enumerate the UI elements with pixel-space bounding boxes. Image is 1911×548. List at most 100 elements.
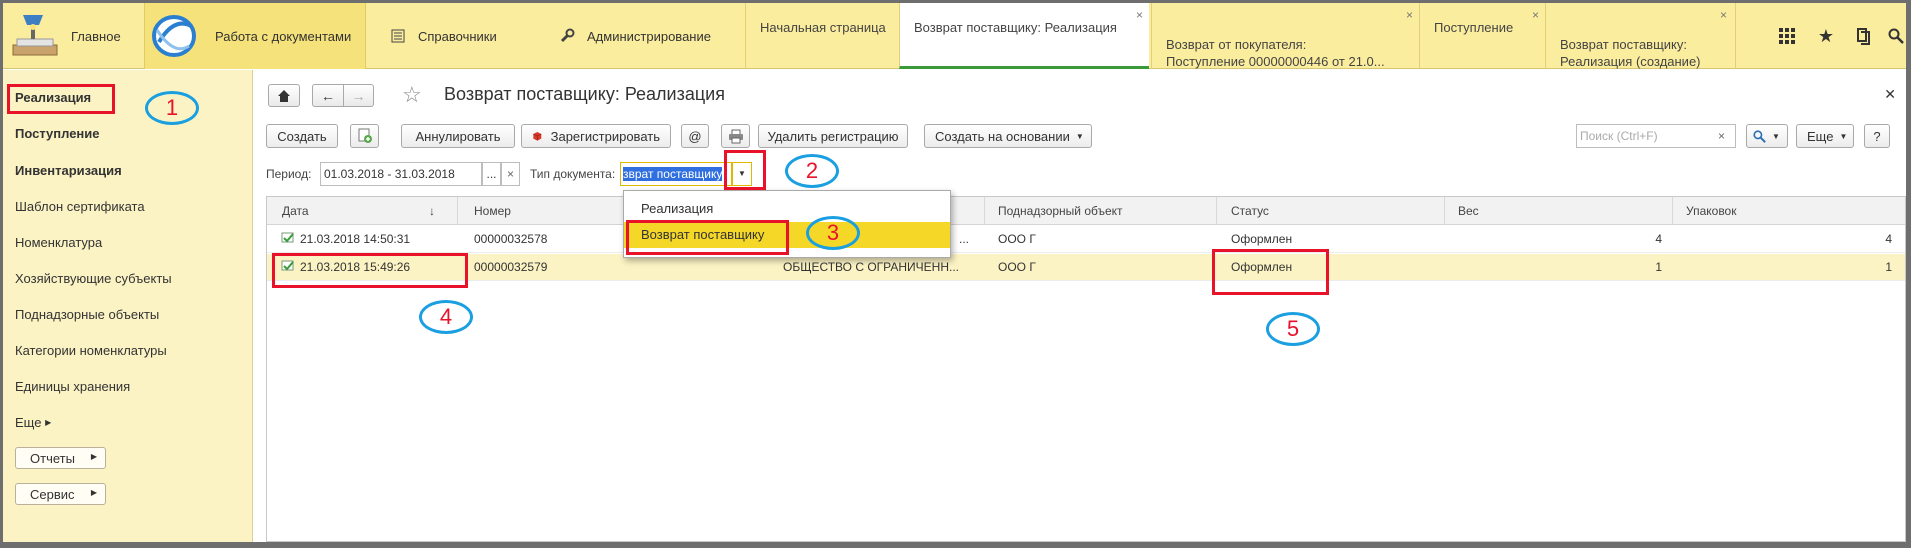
tab-close-icon[interactable]: × [1532, 7, 1539, 24]
cell-status: Оформлен [1231, 232, 1293, 246]
doc-type-value: зврат поставщику [623, 167, 723, 181]
help-button[interactable]: ? [1864, 124, 1890, 148]
print-button[interactable] [721, 124, 750, 148]
email-label: @ [688, 128, 702, 144]
tab-receipt[interactable]: Поступление × [1419, 3, 1545, 69]
section-documents-label: Работа с документами [215, 28, 352, 44]
section-references[interactable]: Справочники [388, 3, 497, 69]
annul-label: Аннулировать [415, 128, 501, 144]
triangle-right-icon: ▶ [90, 452, 97, 461]
create-based-on-button[interactable]: Создать на основании ▼ [924, 124, 1092, 148]
create-button[interactable]: Создать [266, 124, 338, 148]
sidebar-more[interactable]: Еще ▶ [15, 415, 51, 430]
tab-home-page[interactable]: Начальная страница [745, 3, 899, 69]
table-row[interactable]: 21.03.2018 15:49:26 00000032579 ОБЩЕСТВО… [267, 254, 1905, 281]
sidebar-item-business-entities[interactable]: Хозяйствующие субъекты [15, 271, 172, 286]
apps-grid-icon[interactable] [1776, 25, 1798, 47]
copy-button[interactable] [350, 124, 379, 148]
close-form-icon[interactable]: ✕ [1884, 86, 1896, 103]
sidebar-item-nomenclature[interactable]: Номенклатура [15, 235, 102, 250]
annotation-box-2 [724, 150, 766, 190]
search-icon[interactable] [1885, 25, 1907, 47]
period-dots: ... [486, 167, 497, 181]
sidebar-item-certificate-template[interactable]: Шаблон сертификата [15, 199, 145, 214]
section-administration-label: Администрирование [587, 28, 711, 44]
section-references-label: Справочники [418, 28, 497, 44]
doc-type-input[interactable]: зврат поставщику [620, 162, 732, 186]
sidebar-item-receipt[interactable]: Поступление [15, 126, 100, 141]
annotation-callout-1: 1 [145, 91, 199, 125]
reports-label: Отчеты [30, 451, 75, 466]
register-button[interactable]: Зарегистрировать [521, 124, 671, 148]
reports-button[interactable]: Отчеты ▶ [15, 447, 106, 469]
sort-desc-icon[interactable]: ↓ [429, 204, 435, 218]
home-button[interactable] [268, 84, 300, 107]
cell-organization: ... [959, 232, 970, 246]
period-input[interactable]: 01.03.2018 - 31.03.2018 [320, 162, 482, 186]
search-icon [1753, 129, 1766, 143]
sidebar-item-storage-units[interactable]: Единицы хранения [15, 379, 130, 394]
cell-packs: 4 [1885, 232, 1892, 246]
annotation-callout-4: 4 [419, 300, 473, 334]
sidebar-item-supervised-objects[interactable]: Поднадзорные объекты [15, 307, 159, 322]
callout-number: 2 [805, 158, 819, 183]
sidebar-item-nomenclature-categories[interactable]: Категории номенклатуры [15, 343, 167, 358]
table-header: Дата ↓ Номер Поднадзорный объект Статус … [267, 197, 1905, 225]
column-header-status[interactable]: Статус [1231, 204, 1269, 218]
period-select-button[interactable]: ... [482, 162, 501, 186]
column-header-number[interactable]: Номер [474, 204, 511, 218]
arrow-right-icon: → [351, 87, 366, 104]
callout-number: 1 [165, 95, 179, 120]
service-button[interactable]: Сервис ▶ [15, 483, 106, 505]
column-header-date[interactable]: Дата [282, 204, 309, 218]
period-clear-icon[interactable]: × [501, 162, 520, 186]
document-posted-icon [281, 232, 295, 247]
cell-number: 00000032578 [474, 232, 548, 246]
annul-button[interactable]: Аннулировать [401, 124, 515, 148]
history-icon[interactable] [1852, 25, 1874, 47]
cell-object: ООО Г [998, 260, 1036, 274]
dropdown-arrow-icon: ▼ [1075, 131, 1084, 141]
tab-return-supplier-sales[interactable]: Возврат поставщику: Реализация × [899, 3, 1149, 69]
help-label: ? [1873, 128, 1881, 144]
email-button[interactable]: @ [681, 124, 709, 148]
cell-weight: 4 [1655, 232, 1662, 246]
service-label: Сервис [30, 487, 75, 502]
triangle-right-icon: ▶ [45, 418, 52, 427]
search-input[interactable]: Поиск (Ctrl+F) [1576, 124, 1736, 148]
documents-section-icon [149, 12, 199, 60]
column-header-object[interactable]: Поднадзорный объект [998, 204, 1123, 218]
search-options-button[interactable]: ▼ [1746, 124, 1788, 148]
printer-icon [728, 129, 743, 144]
annotation-box-3 [626, 220, 789, 255]
more-button[interactable]: Еще ▼ [1796, 124, 1854, 148]
delete-registration-button[interactable]: Удалить регистрацию [758, 124, 908, 148]
tab-return-supplier-create[interactable]: Возврат поставщику: Реализация (создание… [1545, 3, 1733, 69]
table-row[interactable]: 21.03.2018 14:50:31 00000032578 ... ООО … [267, 226, 1905, 253]
favorite-star-icon[interactable]: ☆ [402, 82, 422, 108]
search-clear-icon[interactable]: × [1718, 129, 1725, 143]
period-value: 01.03.2018 - 31.03.2018 [324, 167, 455, 181]
wrench-icon [557, 28, 577, 44]
section-documents[interactable]: Работа с документами [144, 3, 366, 69]
tab-close-icon[interactable]: × [1406, 7, 1413, 24]
section-main[interactable]: Главное [71, 3, 121, 69]
forward-button[interactable]: → [343, 84, 374, 107]
sidebar-item-inventory[interactable]: Инвентаризация [15, 163, 122, 178]
tab-return-customer[interactable]: Возврат от покупателя: Поступление 00000… [1151, 3, 1419, 69]
column-header-packs[interactable]: Упаковок [1686, 204, 1736, 218]
tab-close-icon[interactable]: × [1720, 7, 1727, 24]
callout-number: 3 [826, 220, 840, 245]
tab-label: Возврат от покупателя: Поступление 00000… [1166, 37, 1385, 69]
column-header-weight[interactable]: Вес [1458, 204, 1479, 218]
tab-close-icon[interactable]: × [1136, 7, 1143, 24]
section-administration[interactable]: Администрирование [557, 3, 711, 69]
dropdown-option-sales[interactable]: Реализация [624, 196, 950, 222]
callout-number: 4 [439, 304, 453, 329]
home-logo-icon[interactable] [9, 11, 61, 61]
star-icon[interactable]: ★ [1815, 25, 1837, 47]
back-button[interactable]: ← [312, 84, 343, 107]
register-label: Зарегистрировать [550, 128, 660, 144]
tab-label: Начальная страница [760, 20, 886, 35]
annotation-box-5 [1212, 249, 1329, 295]
